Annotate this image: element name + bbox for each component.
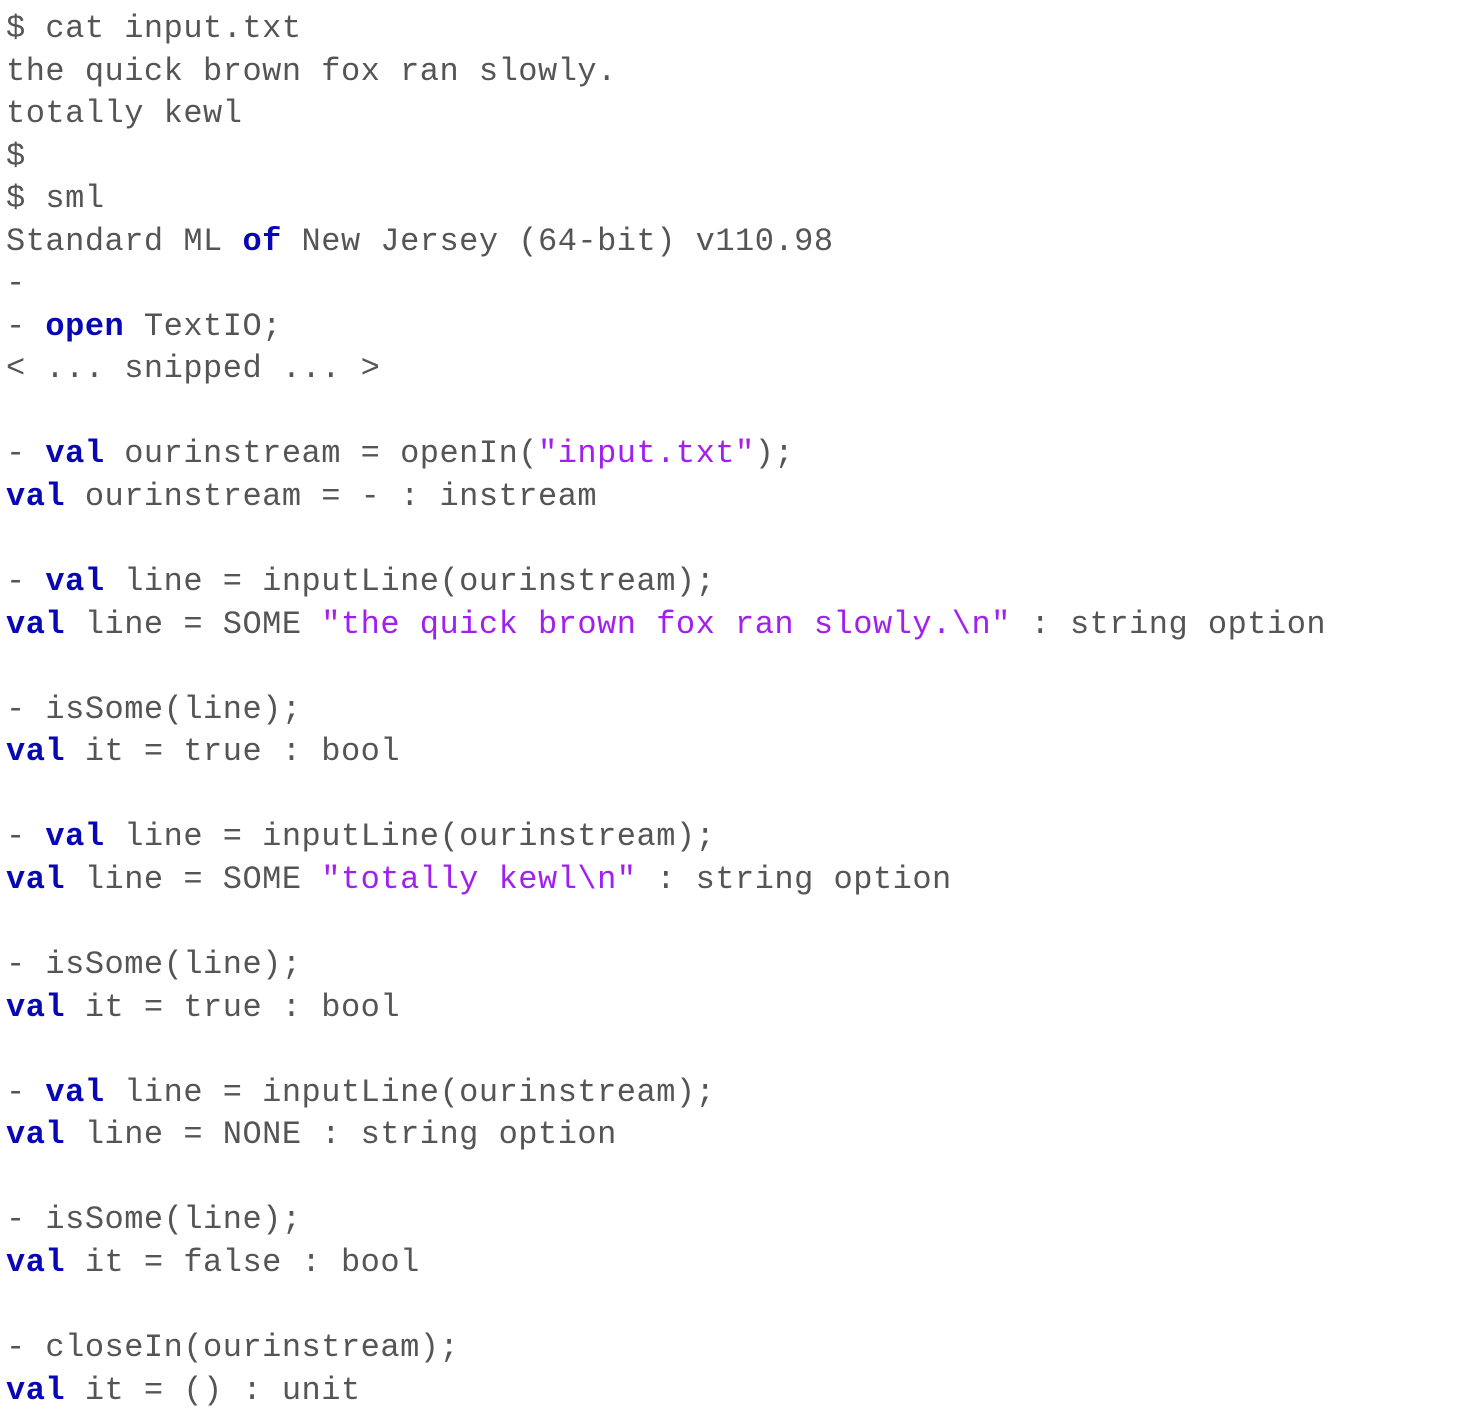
- code-text: -: [6, 1074, 45, 1111]
- code-text: it = () : unit: [65, 1372, 361, 1409]
- code-text: -: [6, 308, 45, 345]
- code-text: line = NONE : string option: [65, 1116, 617, 1153]
- keyword: val: [6, 478, 65, 515]
- code-text: it = false : bool: [65, 1244, 420, 1281]
- code-text: it = true : bool: [65, 989, 400, 1026]
- code-text: );: [755, 435, 794, 472]
- keyword: val: [45, 1074, 104, 1111]
- code-text: totally kewl: [6, 95, 242, 132]
- code-text: - closeIn(ourinstream);: [6, 1329, 459, 1366]
- keyword: val: [6, 1372, 65, 1409]
- keyword: val: [6, 1244, 65, 1281]
- code-text: line = inputLine(ourinstream);: [105, 563, 716, 600]
- keyword: of: [242, 223, 281, 260]
- code-text: -: [6, 265, 26, 302]
- code-text: ourinstream = openIn(: [105, 435, 538, 472]
- keyword: val: [45, 435, 104, 472]
- code-text: $ sml: [6, 180, 105, 217]
- keyword: val: [6, 733, 65, 770]
- keyword: val: [45, 818, 104, 855]
- code-text: -: [6, 435, 45, 472]
- code-text: - isSome(line);: [6, 1201, 302, 1238]
- keyword: val: [6, 989, 65, 1026]
- code-text: -: [6, 563, 45, 600]
- code-text: $: [6, 138, 26, 175]
- code-text: < ... snipped ... >: [6, 350, 380, 387]
- code-text: line = inputLine(ourinstream);: [105, 1074, 716, 1111]
- code-text: : string option: [1011, 606, 1326, 643]
- code-text: ourinstream = - : instream: [65, 478, 597, 515]
- code-text: -: [6, 818, 45, 855]
- code-text: Standard ML: [6, 223, 242, 260]
- keyword: val: [6, 606, 65, 643]
- string-literal: "the quick brown fox ran slowly.\n": [321, 606, 1011, 643]
- keyword: open: [45, 308, 124, 345]
- code-text: : string option: [637, 861, 952, 898]
- code-block: $ cat input.txt the quick brown fox ran …: [0, 0, 1470, 1420]
- code-text: the quick brown fox ran slowly.: [6, 53, 617, 90]
- code-text: TextIO;: [124, 308, 282, 345]
- keyword: val: [45, 563, 104, 600]
- string-literal: "input.txt": [538, 435, 755, 472]
- code-text: line = SOME: [65, 606, 321, 643]
- code-text: line = SOME: [65, 861, 321, 898]
- keyword: val: [6, 1116, 65, 1153]
- string-literal: "totally kewl\n": [321, 861, 636, 898]
- code-text: it = true : bool: [65, 733, 400, 770]
- code-text: - isSome(line);: [6, 691, 302, 728]
- code-text: line = inputLine(ourinstream);: [105, 818, 716, 855]
- code-text: $ cat input.txt: [6, 10, 302, 47]
- keyword: val: [6, 861, 65, 898]
- code-text: New Jersey (64-bit) v110.98: [282, 223, 834, 260]
- code-text: - isSome(line);: [6, 946, 302, 983]
